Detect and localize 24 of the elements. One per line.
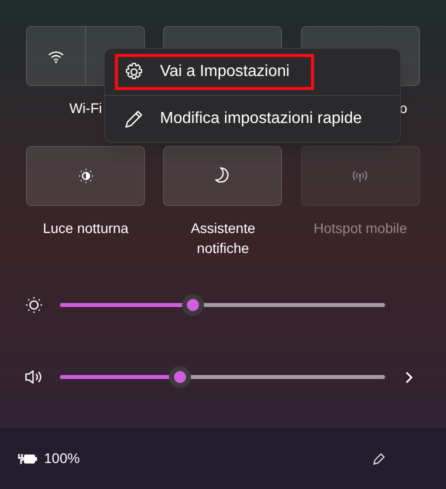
brightness-icon (25, 296, 43, 314)
settings-icon (124, 62, 144, 82)
pencil-icon (124, 109, 144, 129)
menu-item[interactable]: Vai a Impostazioni (115, 54, 314, 90)
pencil-icon[interactable] (372, 452, 386, 466)
chevron-right-icon[interactable] (405, 370, 413, 384)
menu-item[interactable]: Modifica impostazioni rapide (115, 101, 390, 137)
slider-thumb[interactable] (169, 366, 192, 388)
slider-thumb[interactable] (182, 294, 204, 316)
speaker-icon (25, 369, 43, 385)
toggle-tile[interactable] (163, 146, 282, 206)
tile-label: Assistente notifiche (190, 219, 256, 258)
battery-percentage: 100% (44, 449, 80, 468)
tile-label: Wi-Fi (68, 99, 103, 118)
slider[interactable] (60, 366, 385, 388)
toggle-tile[interactable] (26, 146, 146, 206)
sun-icon (78, 168, 94, 184)
moon-icon (214, 167, 231, 185)
tile-label: Hotspot mobile (312, 219, 408, 238)
battery-charging-icon (18, 452, 38, 466)
tile-label: Luce notturna (42, 219, 130, 238)
slider[interactable] (60, 294, 385, 316)
wifi-icon (48, 50, 64, 62)
hotspot-icon (351, 169, 370, 183)
